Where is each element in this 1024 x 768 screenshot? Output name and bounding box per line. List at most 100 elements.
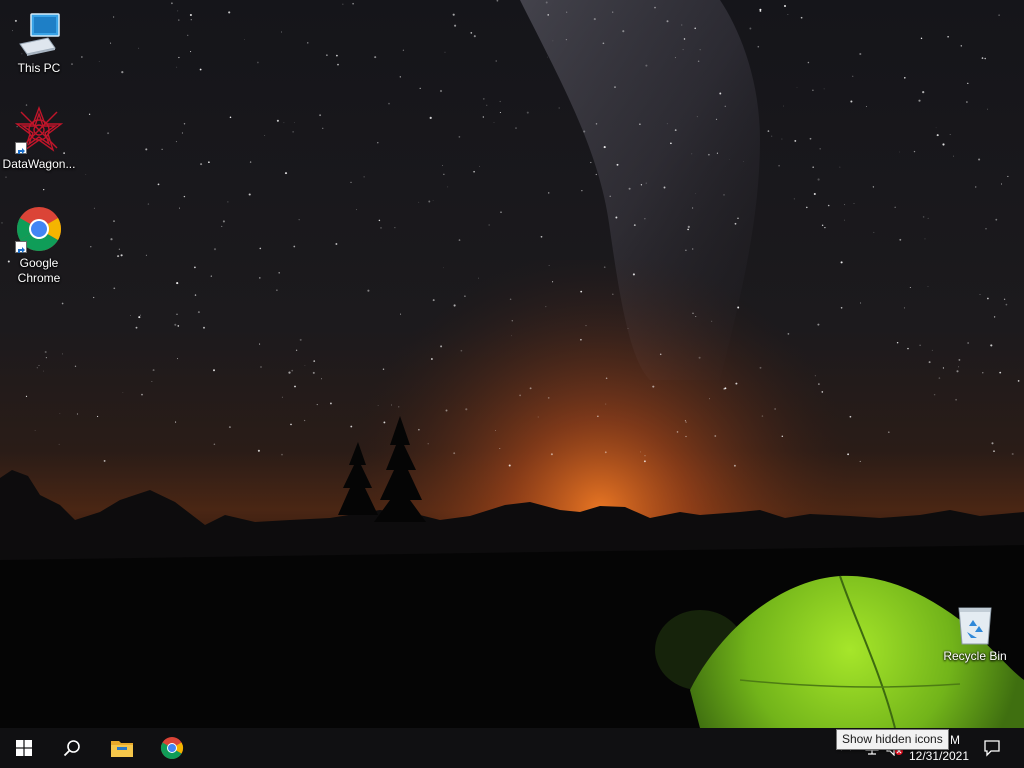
star <box>993 316 996 318</box>
star <box>640 184 643 186</box>
star <box>547 56 548 58</box>
star <box>817 323 820 326</box>
star <box>264 135 266 136</box>
star <box>602 42 605 45</box>
star <box>778 164 780 167</box>
star <box>936 134 939 137</box>
star <box>966 101 968 103</box>
star <box>293 122 295 124</box>
star <box>44 350 47 354</box>
star <box>603 266 606 269</box>
chrome-taskbar-button[interactable] <box>148 728 196 768</box>
star <box>294 385 296 388</box>
start-button[interactable] <box>0 728 48 768</box>
star <box>734 222 737 225</box>
star <box>495 430 496 431</box>
star <box>604 451 607 454</box>
star <box>695 193 696 194</box>
star <box>821 391 824 393</box>
star <box>860 302 862 304</box>
star <box>817 178 820 181</box>
star <box>183 195 186 198</box>
star <box>355 209 358 211</box>
star <box>938 377 941 379</box>
star <box>88 113 91 115</box>
star <box>603 146 606 149</box>
star <box>380 227 382 229</box>
star <box>724 105 726 107</box>
desktop[interactable]: This PC DataWagon... Google Chrome Recyc… <box>0 0 1024 728</box>
star <box>633 224 636 226</box>
star <box>81 56 83 58</box>
star <box>814 375 816 377</box>
desktop-icon-datawagon[interactable]: DataWagon... <box>1 106 77 172</box>
star <box>113 287 116 290</box>
search-button[interactable] <box>48 728 96 768</box>
star <box>399 76 401 78</box>
star <box>445 409 448 412</box>
action-center-button[interactable] <box>976 728 1008 768</box>
star <box>692 207 694 209</box>
star <box>666 123 668 125</box>
star <box>979 294 981 295</box>
star <box>581 190 583 192</box>
star <box>729 159 730 160</box>
star <box>987 297 989 300</box>
star <box>293 245 296 248</box>
star <box>640 451 642 453</box>
star <box>685 421 687 423</box>
star <box>711 320 713 322</box>
star <box>787 14 789 15</box>
star <box>931 349 933 351</box>
star <box>213 248 217 251</box>
star <box>465 408 468 411</box>
star <box>800 16 803 19</box>
star <box>990 344 993 347</box>
star <box>439 89 443 93</box>
star <box>960 45 963 47</box>
star <box>499 448 501 449</box>
star <box>453 452 456 455</box>
star <box>724 387 727 390</box>
star <box>991 442 994 445</box>
star <box>378 219 381 222</box>
star <box>761 415 764 417</box>
star <box>685 435 687 438</box>
star <box>896 341 899 344</box>
star <box>460 349 463 352</box>
star <box>464 295 466 298</box>
star <box>609 195 611 197</box>
desktop-icon-this-pc[interactable]: This PC <box>1 10 77 76</box>
star <box>654 6 656 9</box>
star <box>583 130 586 133</box>
star <box>276 289 278 291</box>
desktop-icon-recycle-bin[interactable]: Recycle Bin <box>937 602 1013 664</box>
star <box>819 148 821 150</box>
star <box>145 148 148 151</box>
star <box>179 207 180 209</box>
windows-start-icon <box>16 740 32 756</box>
star <box>859 52 862 56</box>
star <box>440 345 443 348</box>
star <box>749 27 752 30</box>
file-explorer-button[interactable] <box>98 728 146 768</box>
star <box>499 100 501 103</box>
star <box>540 235 543 238</box>
star <box>176 313 178 315</box>
desktop-icon-google-chrome[interactable]: Google Chrome <box>1 205 77 286</box>
star <box>759 366 762 369</box>
star <box>458 136 461 138</box>
star <box>872 186 875 188</box>
star <box>189 13 192 17</box>
star <box>639 123 641 126</box>
star <box>194 294 197 296</box>
star <box>558 107 560 109</box>
star <box>840 306 843 309</box>
desktop-icon-label: DataWagon... <box>2 157 76 171</box>
star <box>443 267 444 269</box>
star <box>388 102 390 105</box>
star <box>135 326 138 329</box>
star <box>552 281 554 283</box>
star <box>1011 452 1014 456</box>
star <box>36 367 38 369</box>
